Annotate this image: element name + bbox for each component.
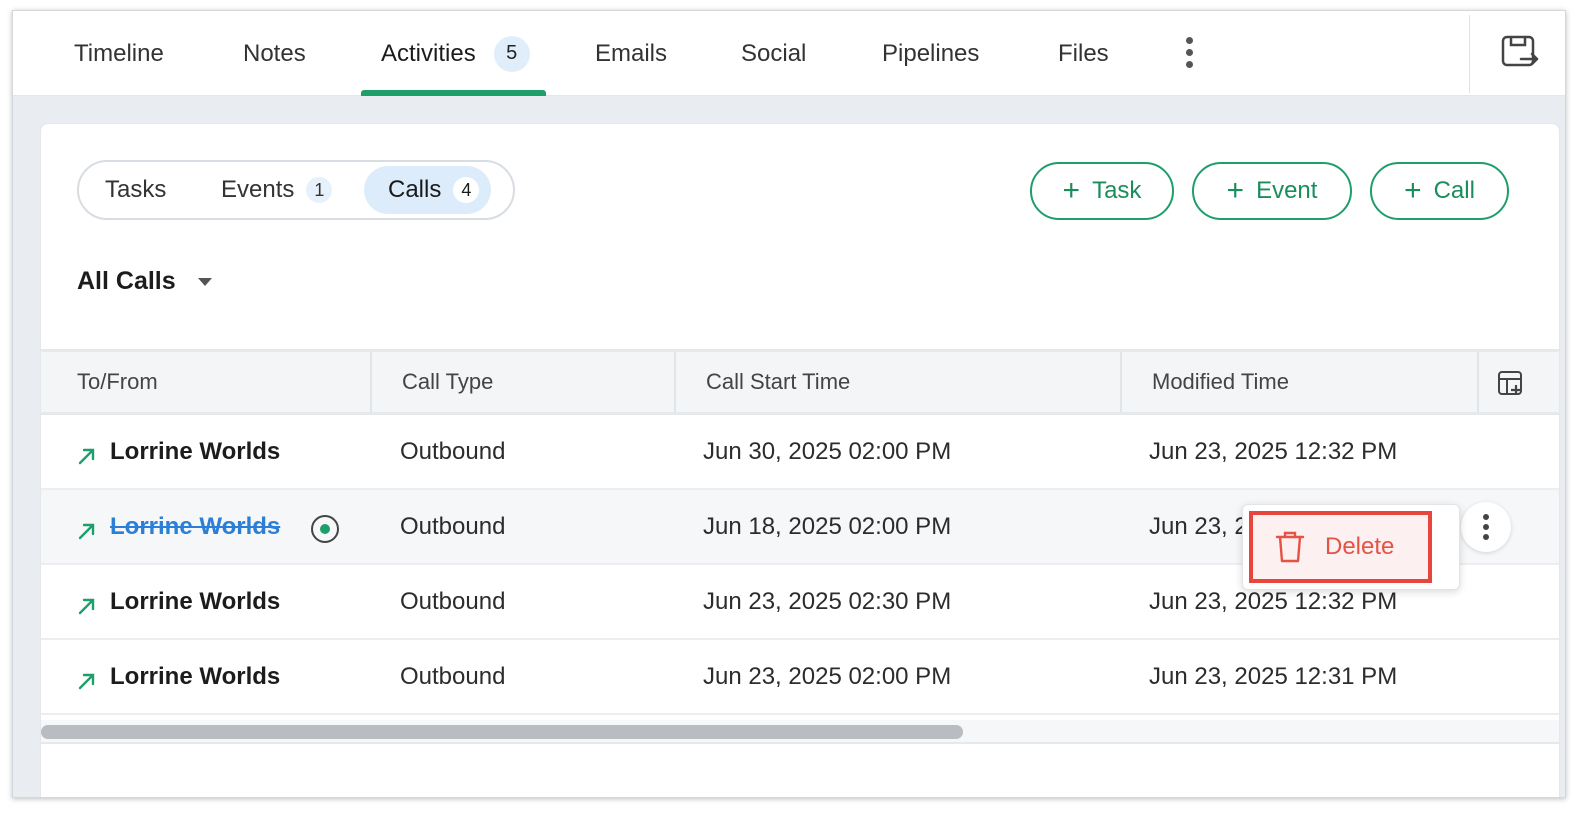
calls-count-badge: 4 [453, 177, 480, 203]
segment-label: Tasks [105, 176, 167, 203]
segment-events[interactable]: Events 1 [221, 166, 333, 214]
outgoing-call-icon [78, 673, 95, 690]
button-label: Call [1433, 177, 1475, 204]
segment-label: Events [221, 176, 295, 203]
chevron-down-icon [197, 277, 212, 286]
call-type-cell: Outbound [400, 512, 506, 540]
horizontal-scrollbar[interactable] [41, 720, 1559, 744]
plus-icon: + [1062, 174, 1081, 207]
tab-label: Emails [595, 39, 668, 67]
export-icon[interactable] [1499, 33, 1539, 73]
modified-time-cell: Jun 23, 2025 12:32 PM [1149, 437, 1398, 465]
button-label: Task [1092, 177, 1142, 204]
tab-notes[interactable]: Notes [243, 11, 306, 96]
delete-label: Delete [1325, 533, 1395, 560]
filter-label: All Calls [77, 267, 176, 295]
column-header-modified-time[interactable]: Modified Time [1116, 352, 1289, 412]
modified-time-cell: Jun 23, 2025 12:31 PM [1149, 662, 1398, 690]
scrollbar-thumb[interactable] [41, 725, 963, 739]
activity-type-switcher: Tasks Events 1 Calls 4 [77, 160, 515, 220]
contact-name-link-completed[interactable]: Lorrine Worlds [110, 490, 280, 563]
segment-label: Calls [388, 176, 442, 203]
column-header-to-from[interactable]: To/From [41, 352, 158, 412]
outgoing-call-icon [78, 448, 95, 465]
tab-activities[interactable]: Activities 5 [381, 11, 530, 96]
outgoing-call-icon [78, 523, 95, 540]
active-tab-indicator [361, 90, 546, 96]
eye-icon[interactable] [309, 513, 341, 545]
add-task-button[interactable]: + Task [1030, 162, 1174, 220]
tab-pipelines[interactable]: Pipelines [882, 11, 979, 96]
contact-name-link[interactable]: Lorrine Worlds [110, 415, 280, 488]
tab-bar: Timeline Notes Activities 5 Emails Socia… [13, 11, 1565, 96]
contact-name-link[interactable]: Lorrine Worlds [110, 640, 280, 713]
call-start-time-cell: Jun 23, 2025 02:30 PM [703, 587, 952, 615]
tab-emails[interactable]: Emails [595, 11, 667, 96]
add-event-button[interactable]: + Event [1192, 162, 1352, 220]
call-start-time-cell: Jun 18, 2025 02:00 PM [703, 512, 952, 540]
tab-label: Notes [243, 39, 306, 67]
table-header: To/From Call Type Call Start Time Modifi… [41, 349, 1559, 415]
column-settings-icon[interactable] [1497, 369, 1525, 397]
row-actions-icon[interactable] [1461, 502, 1511, 552]
calls-filter-dropdown[interactable]: All Calls [77, 267, 212, 296]
tab-label: Files [1058, 39, 1109, 67]
activities-panel: Timeline Notes Activities 5 Emails Socia… [12, 10, 1566, 798]
tab-social[interactable]: Social [741, 11, 806, 96]
table-row[interactable]: Lorrine Worlds Outbound Jun 23, 2025 02:… [41, 640, 1559, 715]
tab-timeline[interactable]: Timeline [74, 11, 164, 96]
row-actions-menu: Delete [1242, 504, 1460, 590]
column-header-call-start-time[interactable]: Call Start Time [670, 352, 850, 412]
contact-name-link[interactable]: Lorrine Worlds [110, 565, 280, 638]
table-row[interactable]: Lorrine Worlds Outbound Jun 30, 2025 02:… [41, 415, 1559, 490]
activities-count-badge: 5 [493, 35, 530, 72]
tab-label: Activities [381, 39, 476, 67]
trash-icon [1275, 531, 1305, 563]
modified-time-cell: Jun 23, 2 [1149, 512, 1248, 540]
outgoing-call-icon [78, 598, 95, 615]
add-call-button[interactable]: + Call [1370, 162, 1509, 220]
call-type-cell: Outbound [400, 587, 506, 615]
tab-files[interactable]: Files [1058, 11, 1109, 96]
call-start-time-cell: Jun 23, 2025 02:00 PM [703, 662, 952, 690]
segment-calls[interactable]: Calls 4 [364, 166, 492, 214]
call-start-time-cell: Jun 30, 2025 02:00 PM [703, 437, 952, 465]
column-header-call-type[interactable]: Call Type [366, 352, 493, 412]
tab-label: Timeline [74, 39, 164, 67]
tab-label: Social [741, 39, 807, 67]
events-count-badge: 1 [306, 177, 333, 203]
divider [1469, 15, 1470, 93]
plus-icon: + [1404, 174, 1422, 207]
call-type-cell: Outbound [400, 437, 506, 465]
delete-menu-item[interactable]: Delete [1249, 511, 1432, 583]
activities-card: Tasks Events 1 Calls 4 + Task + Event + Cal… [40, 123, 1560, 797]
plus-icon: + [1226, 174, 1245, 207]
call-type-cell: Outbound [400, 662, 506, 690]
more-tabs-icon[interactable] [1178, 33, 1200, 73]
column-divider [1477, 352, 1479, 412]
tab-label: Pipelines [882, 39, 980, 67]
segment-tasks[interactable]: Tasks [105, 166, 166, 214]
button-label: Event [1256, 177, 1318, 204]
